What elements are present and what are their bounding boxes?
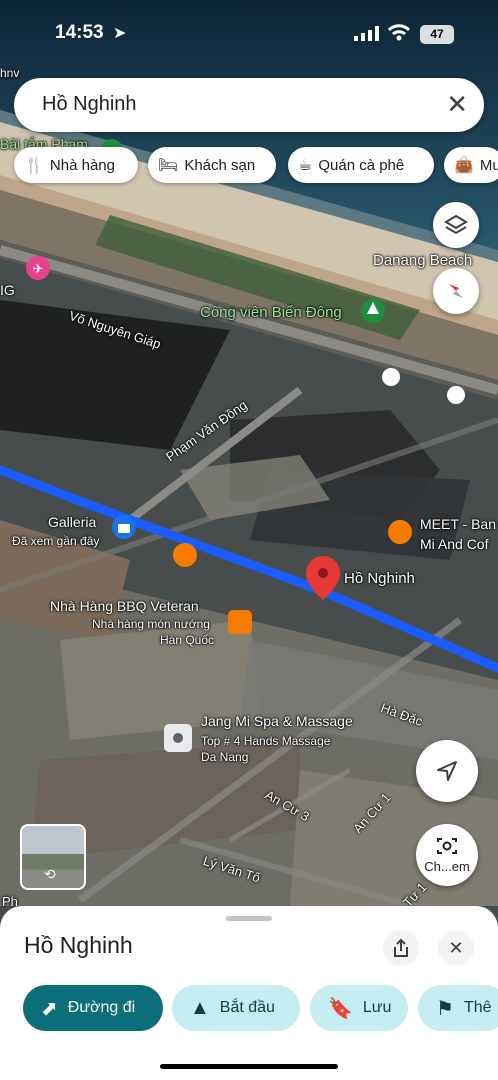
wifi-icon: [388, 24, 410, 41]
chip-label: Quán cà phê: [318, 156, 405, 174]
layers-button[interactable]: [433, 202, 479, 248]
share-icon: [394, 938, 408, 957]
map-label-hnv: hnv: [0, 66, 20, 80]
lens-button[interactable]: Ch...em: [416, 824, 478, 886]
navigation-arrow-icon: ▲: [190, 996, 210, 1019]
poi-sublabel-bbq-2: Hàn Quốc: [160, 633, 215, 647]
search-bar[interactable]: Hồ Nghinh ✕: [14, 78, 484, 132]
status-bar: 14:53 ➤ 47: [0, 0, 498, 66]
add-label-label: Thê: [463, 999, 492, 1016]
street-view-thumbnail[interactable]: ⟲: [20, 824, 86, 890]
svg-text:✈: ✈: [33, 261, 44, 276]
sheet-drag-handle[interactable]: [226, 916, 272, 921]
bookmark-icon: 🔖: [328, 997, 353, 1020]
street-view-360-icon: ⟲: [44, 866, 56, 882]
search-query[interactable]: Hồ Nghinh: [42, 93, 137, 116]
fork-knife-icon: 🍴: [24, 157, 44, 174]
poi-sublabel-jang-mi-2: Da Nang: [201, 750, 249, 764]
map-label-danang-beach[interactable]: Danang Beach: [373, 252, 472, 269]
directions-button[interactable]: ⬈ Đường đi: [23, 985, 163, 1031]
close-sheet-button[interactable]: ✕: [438, 930, 474, 966]
save-label: Lưu: [362, 999, 392, 1016]
chip-cafes[interactable]: ☕ Quán cà phê: [288, 147, 434, 183]
chip-hotels[interactable]: 🛏 Khách sạn: [148, 147, 276, 183]
layers-icon: [444, 214, 468, 235]
poi-label-jang-mi[interactable]: Jang Mi Spa & Massage: [201, 713, 353, 729]
location-arrow-icon: ➤: [113, 25, 127, 42]
chip-label: Khách sạn: [184, 156, 256, 174]
poi-label-meet[interactable]: MEET - Ban: [420, 516, 496, 532]
share-button[interactable]: [383, 930, 419, 966]
navigation-arrow-icon: [437, 761, 457, 781]
map-label-ig: IG: [0, 282, 15, 298]
lens-button-label: Ch...em: [424, 859, 470, 874]
coffee-icon: ☕: [298, 157, 313, 174]
map-label-cong-vien-bien-dong[interactable]: Công viên Biển Đông: [200, 304, 342, 321]
flag-icon: ⚑: [436, 997, 454, 1020]
poi-sublabel-meet: Mi And Cof: [420, 536, 489, 552]
chip-label: Mu: [479, 156, 498, 174]
chip-shopping[interactable]: 👜 Mu: [444, 147, 498, 183]
my-location-button[interactable]: [416, 740, 478, 802]
shopping-bag-icon: 👜: [454, 157, 474, 174]
pin-label-ho-nghinh[interactable]: Hồ Nghinh: [344, 570, 415, 587]
save-button[interactable]: 🔖 Lưu: [310, 985, 408, 1031]
battery-indicator: 47: [420, 25, 454, 44]
compass-icon: [449, 284, 463, 298]
start-label: Bắt đầu: [219, 999, 275, 1016]
close-icon: ✕: [448, 937, 464, 958]
camera-lens-icon: [437, 838, 457, 854]
poi-label-bbq-veteran[interactable]: Nhà Hàng BBQ Veteran: [50, 598, 199, 614]
directions-icon: ⬈: [41, 997, 58, 1020]
poi-sublabel-bbq-1: Nhà hàng món nướng: [92, 617, 210, 631]
start-button[interactable]: ▲ Bắt đầu: [172, 985, 300, 1031]
compass-button[interactable]: [433, 268, 479, 314]
bed-icon: 🛏: [158, 157, 179, 174]
poi-label-galleria[interactable]: Galleria: [48, 514, 96, 530]
category-chips: 🍴 Nhà hàng 🛏 Khách sạn ☕ Quán cà phê 👜 M…: [0, 147, 498, 185]
chip-label: Nhà hàng: [49, 156, 115, 174]
add-label-button[interactable]: ⚑ Thê: [418, 985, 498, 1031]
directions-label: Đường đi: [67, 999, 136, 1016]
poi-sublabel-galleria: Đã xem gần đây: [12, 534, 100, 548]
place-title: Hồ Nghinh: [24, 932, 133, 958]
cellular-signal-icon: [354, 26, 379, 41]
home-indicator[interactable]: [160, 1064, 338, 1069]
poi-sublabel-jang-mi-1: Top # 4 Hands Massage: [201, 734, 331, 748]
clear-search-icon[interactable]: ✕: [446, 90, 468, 118]
chip-restaurants[interactable]: 🍴 Nhà hàng: [14, 147, 138, 183]
status-time: 14:53: [55, 22, 104, 43]
